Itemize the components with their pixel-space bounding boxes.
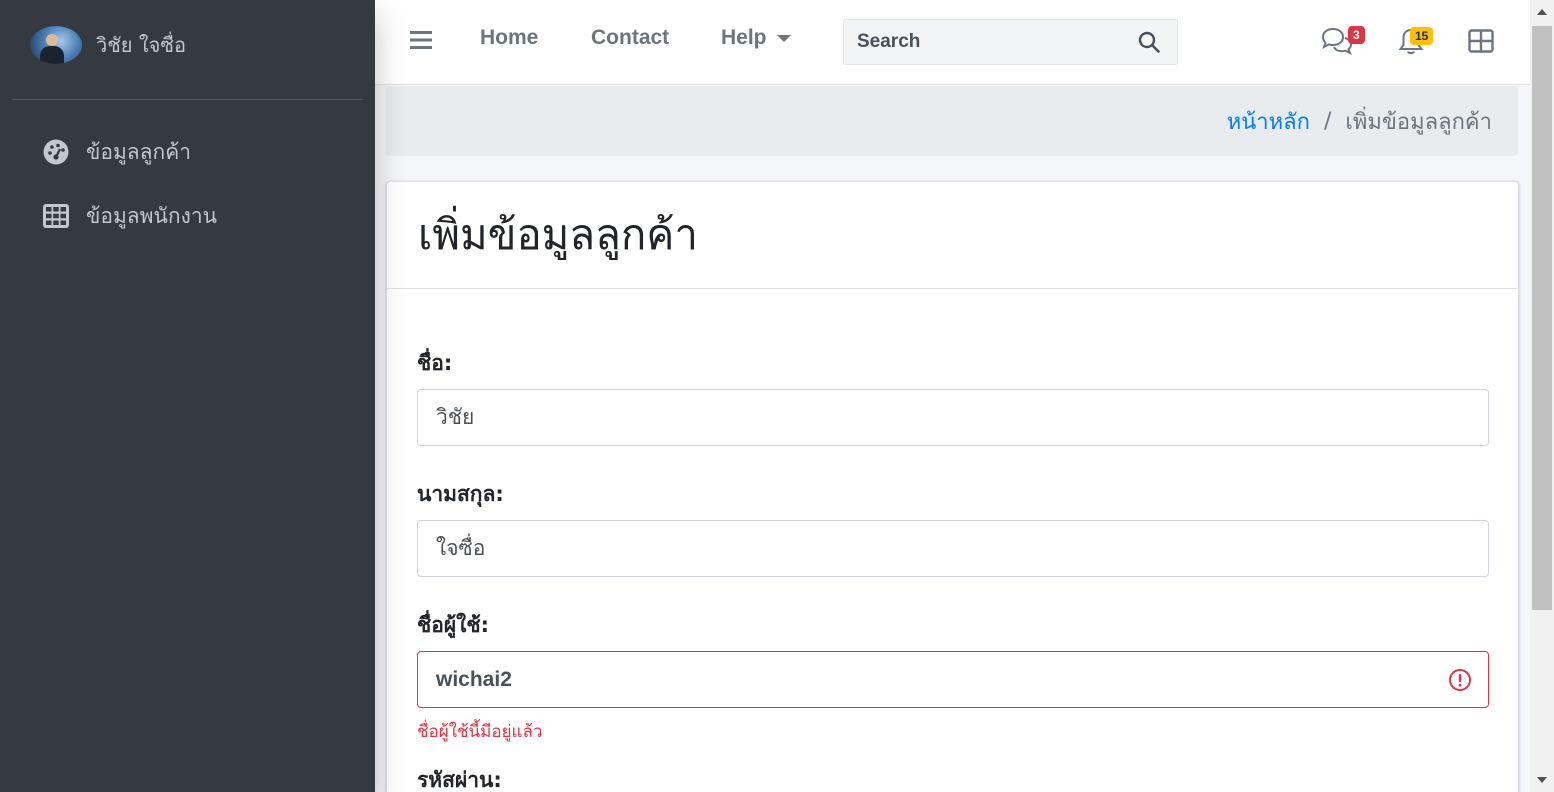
messages-count-badge: 3 — [1348, 26, 1365, 44]
chevron-down-icon — [776, 34, 791, 42]
first-name-value: วิชัย — [436, 405, 475, 429]
breadcrumb: หน้าหลัก / เพิ่มข้อมูลลูกค้า — [386, 86, 1518, 156]
sidebar-item-label: ข้อมูลลูกค้า — [86, 139, 192, 164]
user-avatar — [30, 25, 82, 64]
add-customer-form: ชื่อ: วิชัย นามสกุล: ใจซื่อ ชื่อผู้ใช้: … — [387, 289, 1518, 792]
scroll-down-icon[interactable] — [1537, 777, 1547, 783]
username-field[interactable]: wichai2 — [417, 651, 1489, 708]
username-value: wichai2 — [436, 667, 512, 691]
main-sidebar: วิชัย ใจซื่อ ข้อมูลลูกค้า ข้อมูลพนักงาน — [0, 0, 375, 792]
sidebar-item-customers[interactable]: ข้อมูลลูกค้า — [0, 120, 375, 184]
error-icon — [1449, 669, 1471, 691]
nav-link-contact[interactable]: Contact — [591, 26, 669, 50]
username-error-message: ชื่อผู้ใช้นี้มีอยู่แล้ว — [417, 722, 543, 742]
menu-toggle-icon[interactable] — [409, 28, 433, 52]
last-name-label: นามสกุล: — [417, 482, 504, 506]
sidebar-nav: ข้อมูลลูกค้า ข้อมูลพนักงาน — [0, 100, 375, 248]
scrollbar-thumb[interactable] — [1532, 26, 1552, 610]
tachometer-icon — [42, 138, 70, 166]
nav-dropdown-help[interactable]: Help — [721, 26, 791, 50]
messages-button[interactable]: 3 — [1320, 26, 1365, 60]
page-scrollbar[interactable] — [1530, 0, 1554, 792]
nav-link-home[interactable]: Home — [480, 26, 538, 50]
last-name-value: ใจซื่อ — [436, 536, 486, 560]
username-label: ชื่อผู้ใช้: — [417, 613, 490, 637]
notifications-button[interactable]: 15 — [1397, 26, 1434, 60]
add-customer-card: เพิ่มข้อมูลลูกค้า ชื่อ: วิชัย นามสกุล: ใ… — [386, 181, 1519, 792]
breadcrumb-separator: / — [1323, 108, 1332, 134]
sidebar-item-employees[interactable]: ข้อมูลพนักงาน — [0, 184, 375, 248]
sidebar-item-label: ข้อมูลพนักงาน — [86, 203, 217, 228]
table-icon — [42, 202, 70, 230]
scroll-up-icon[interactable] — [1537, 9, 1547, 15]
nav-dropdown-help-label: Help — [721, 26, 767, 49]
card-header: เพิ่มข้อมูลลูกค้า — [387, 182, 1518, 289]
search-input[interactable] — [844, 31, 1124, 53]
search-icon — [1138, 31, 1160, 53]
top-navbar: Home Contact Help 3 15 — [375, 0, 1530, 85]
user-panel[interactable]: วิชัย ใจซื่อ — [12, 0, 363, 100]
last-name-field[interactable]: ใจซื่อ — [417, 520, 1489, 577]
fullscreen-button[interactable] — [1468, 29, 1502, 63]
search-form — [843, 19, 1178, 65]
first-name-field[interactable]: วิชัย — [417, 389, 1489, 446]
breadcrumb-current: เพิ่มข้อมูลลูกค้า — [1345, 109, 1492, 135]
notifications-count-badge: 15 — [1410, 27, 1434, 45]
password-label: รหัสผ่าน: — [417, 768, 502, 792]
first-name-label: ชื่อ: — [417, 351, 453, 375]
grid-icon — [1468, 29, 1494, 53]
search-button[interactable] — [1124, 20, 1174, 64]
breadcrumb-home-link[interactable]: หน้าหลัก — [1227, 104, 1310, 139]
user-name[interactable]: วิชัย ใจซื่อ — [96, 29, 186, 61]
page-title: เพิ่มข้อมูลลูกค้า — [418, 210, 698, 259]
